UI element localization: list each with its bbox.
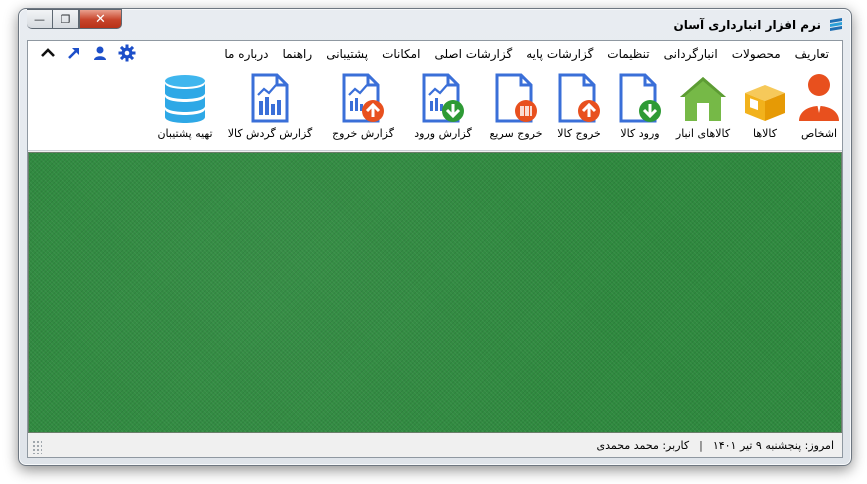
title-bar[interactable]: ✕ ❐ — نرم افزار انبارداری آسان xyxy=(19,9,851,39)
document-out-icon xyxy=(558,73,600,123)
status-separator: | xyxy=(699,438,703,452)
caption-buttons: ✕ ❐ — xyxy=(27,9,122,29)
title-area: نرم افزار انبارداری آسان xyxy=(673,16,845,34)
toolbar-quick-out-button[interactable]: خروج سریع xyxy=(486,67,546,151)
toolbar-label: اشخاص xyxy=(800,127,838,140)
arrow-up-right-icon[interactable] xyxy=(66,45,82,61)
toolbar-label: ورود کالا xyxy=(620,127,660,140)
toolbar-goods-in-button[interactable]: ورود کالا xyxy=(610,67,670,151)
resize-grip[interactable] xyxy=(32,440,42,454)
toolbar-persons-button[interactable]: اشخاص xyxy=(798,67,840,151)
report-out-icon xyxy=(342,73,384,123)
status-today: امروز: پنجشنبه ۹ تیر ۱۴۰۱ xyxy=(712,438,834,452)
toolbar-products-button[interactable]: کالاها xyxy=(740,67,790,151)
gear-icon[interactable] xyxy=(118,44,136,62)
menu-products[interactable]: محصولات xyxy=(725,47,788,61)
report-in-icon xyxy=(422,73,464,123)
toolbar-label: گزارش گردش کالا xyxy=(227,127,313,140)
toolbar-label: خروج سریع xyxy=(489,127,543,140)
menu-support[interactable]: پشتیبانی xyxy=(319,47,375,61)
status-bar: امروز: پنجشنبه ۹ تیر ۱۴۰۱ | کاربر: محمد … xyxy=(28,433,842,457)
toolbar-label: کالاها xyxy=(753,127,778,140)
menu-help[interactable]: راهنما xyxy=(276,47,320,61)
box-icon xyxy=(745,85,785,121)
toolbar-label: خروج کالا xyxy=(557,127,601,140)
document-in-icon xyxy=(619,73,661,123)
app-logo-icon xyxy=(830,18,842,31)
toolbar-label: تهیه پشتیبان xyxy=(157,127,213,140)
warehouse-icon xyxy=(680,77,726,121)
status-user: کاربر: محمد محمدی xyxy=(596,438,690,452)
main-workspace xyxy=(28,152,842,433)
toolbar-label: گزارش ورود xyxy=(414,127,472,140)
toolbar-report-in-button[interactable]: گزارش ورود xyxy=(408,67,478,151)
menu-bar: تعاریف محصولات انبارگردانی تنظیمات گزارش… xyxy=(28,41,842,67)
window-title: نرم افزار انبارداری آسان xyxy=(673,18,821,32)
toolbar-warehouse-goods-button[interactable]: کالاهای انبار xyxy=(670,67,736,151)
menu-inventory-count[interactable]: انبارگردانی xyxy=(657,47,725,61)
menu-definitions[interactable]: تعاریف xyxy=(788,47,836,61)
database-icon xyxy=(165,75,205,123)
barcode-document-icon xyxy=(495,73,537,123)
minimize-button[interactable]: — xyxy=(27,9,53,29)
report-icon xyxy=(251,73,289,123)
menu-basic-reports[interactable]: گزارشات پایه xyxy=(519,47,600,61)
user-icon[interactable] xyxy=(92,45,108,61)
maximize-button[interactable]: ❐ xyxy=(53,9,79,29)
toolbar-ribbon: اشخاص کالاها کالاهای انبار ورود کالا خرو… xyxy=(28,67,842,151)
toolbar-backup-button[interactable]: تهیه پشتیبان xyxy=(150,67,220,151)
client-area: تعاریف محصولات انبارگردانی تنظیمات گزارش… xyxy=(27,40,843,458)
toolbar-goods-out-button[interactable]: خروج کالا xyxy=(551,67,607,151)
menu-main-reports[interactable]: گزارشات اصلی xyxy=(427,47,519,61)
menu-features[interactable]: امکانات xyxy=(375,47,427,61)
menu-about[interactable]: درباره ما xyxy=(217,47,275,61)
menu-settings[interactable]: تنظیمات xyxy=(600,47,656,61)
toolbar-label: گزارش خروج xyxy=(332,127,394,140)
toolbar-movement-report-button[interactable]: گزارش گردش کالا xyxy=(224,67,316,151)
person-icon xyxy=(799,74,839,121)
toolbar-label: کالاهای انبار xyxy=(675,127,731,140)
quick-icons xyxy=(40,44,136,62)
app-window: ✕ ❐ — نرم افزار انبارداری آسان تعاریف مح… xyxy=(18,8,852,466)
toolbar-report-out-button[interactable]: گزارش خروج xyxy=(328,67,398,151)
chevron-up-icon[interactable] xyxy=(40,45,56,61)
close-button[interactable]: ✕ xyxy=(79,9,122,29)
